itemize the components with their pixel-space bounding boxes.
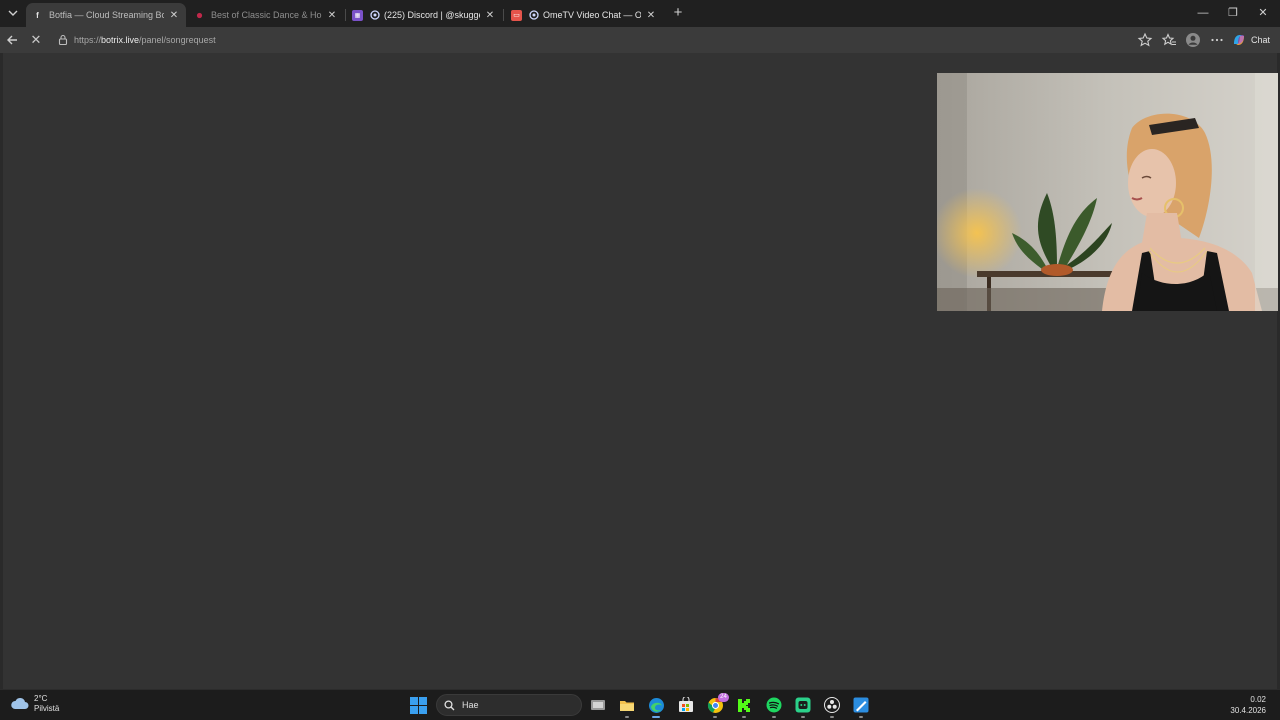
cloud-icon <box>11 697 29 709</box>
tab-music[interactable]: Best of Classic Dance & House 80's ✕ <box>188 3 344 27</box>
copilot-chat-button[interactable]: Chat <box>1232 31 1270 49</box>
weather-widget[interactable]: 2°C Pilvistä <box>10 694 59 714</box>
discord-favicon: ▦ <box>352 9 363 21</box>
weather-temperature: 2°C <box>34 694 48 703</box>
discord-icon[interactable] <box>793 695 813 718</box>
minimize-icon[interactable]: — <box>1194 4 1212 22</box>
music-favicon <box>194 10 205 21</box>
restore-icon[interactable]: ❐ <box>1224 4 1242 22</box>
profile-avatar-icon[interactable] <box>1185 32 1201 48</box>
audio-playing-icon <box>528 10 539 21</box>
obs-icon[interactable] <box>822 695 842 718</box>
spotify-icon[interactable] <box>764 695 784 718</box>
tab-title: Botfia — Cloud Streaming Bot <box>49 10 164 20</box>
kick-icon[interactable] <box>734 695 754 718</box>
copilot-icon <box>1234 35 1244 45</box>
address-bar[interactable]: https://botrix.live/panel/songrequest <box>50 30 1160 50</box>
tab-title: (225) Discord | @skugge <box>384 10 480 20</box>
back-arrow-icon[interactable] <box>4 31 22 49</box>
clock-time: 0.02 <box>1250 695 1266 704</box>
tab-botrix[interactable]: f Botfia — Cloud Streaming Bot ✕ <box>26 3 186 27</box>
edge-icon[interactable] <box>646 695 666 718</box>
windows-taskbar: 2°C Pilvistä Hae 24 0.02 30.4.2026 <box>0 689 1280 720</box>
more-options-icon[interactable] <box>1209 32 1225 48</box>
taskbar-search-box[interactable]: Hae <box>436 694 582 716</box>
ometv-favicon: ▭ <box>511 9 522 21</box>
system-clock[interactable]: 0.02 30.4.2026 <box>1230 694 1266 716</box>
url-path: /panel/songrequest <box>139 35 216 45</box>
url-host: botrix.live <box>101 35 140 45</box>
clock-date: 30.4.2026 <box>1230 706 1266 715</box>
audio-playing-icon <box>369 10 380 21</box>
browser-toolbar: ✕ https://botrix.live/panel/songrequest … <box>0 27 1280 53</box>
tab-separator <box>503 9 504 21</box>
close-tab-icon[interactable]: ✕ <box>168 9 180 21</box>
close-tab-icon[interactable]: ✕ <box>326 9 338 21</box>
site-info-icon[interactable] <box>56 33 70 47</box>
paint-icon[interactable] <box>851 695 871 718</box>
stop-loading-icon[interactable]: ✕ <box>27 31 45 49</box>
tab-discord[interactable]: ▦ (225) Discord | @skugge ✕ <box>346 3 502 27</box>
url-scheme: https:// <box>74 35 102 45</box>
task-view-icon[interactable] <box>588 695 608 715</box>
botrix-favicon: f <box>36 10 39 20</box>
close-tab-icon[interactable]: ✕ <box>645 9 657 21</box>
favorites-collection-icon[interactable] <box>1161 32 1177 48</box>
tab-ometv[interactable]: ▭ OmeTV Video Chat — Omegle ✕ <box>505 3 663 27</box>
close-window-icon[interactable]: ✕ <box>1254 4 1272 22</box>
tab-title: Best of Classic Dance & House 80's <box>211 10 322 20</box>
windows-start-icon[interactable] <box>410 697 427 714</box>
file-explorer-icon[interactable] <box>617 695 637 718</box>
search-placeholder: Hae <box>462 700 479 710</box>
tab-actions-chevron-icon[interactable] <box>4 4 22 22</box>
webcam-feed <box>937 73 1278 311</box>
tab-title: OmeTV Video Chat — Omegle <box>543 10 641 20</box>
chrome-icon[interactable]: 24 <box>705 693 729 718</box>
weather-condition: Pilvistä <box>34 704 60 713</box>
search-icon <box>444 699 455 710</box>
chat-label: Chat <box>1251 35 1271 45</box>
favorite-star-icon[interactable] <box>1137 32 1153 48</box>
store-icon[interactable] <box>676 695 696 715</box>
browser-tab-strip: f Botfia — Cloud Streaming Bot ✕ Best of… <box>0 0 1280 27</box>
notification-badge: 24 <box>718 693 729 702</box>
close-tab-icon[interactable]: ✕ <box>484 9 496 21</box>
new-tab-plus-icon[interactable]: + <box>670 5 686 21</box>
